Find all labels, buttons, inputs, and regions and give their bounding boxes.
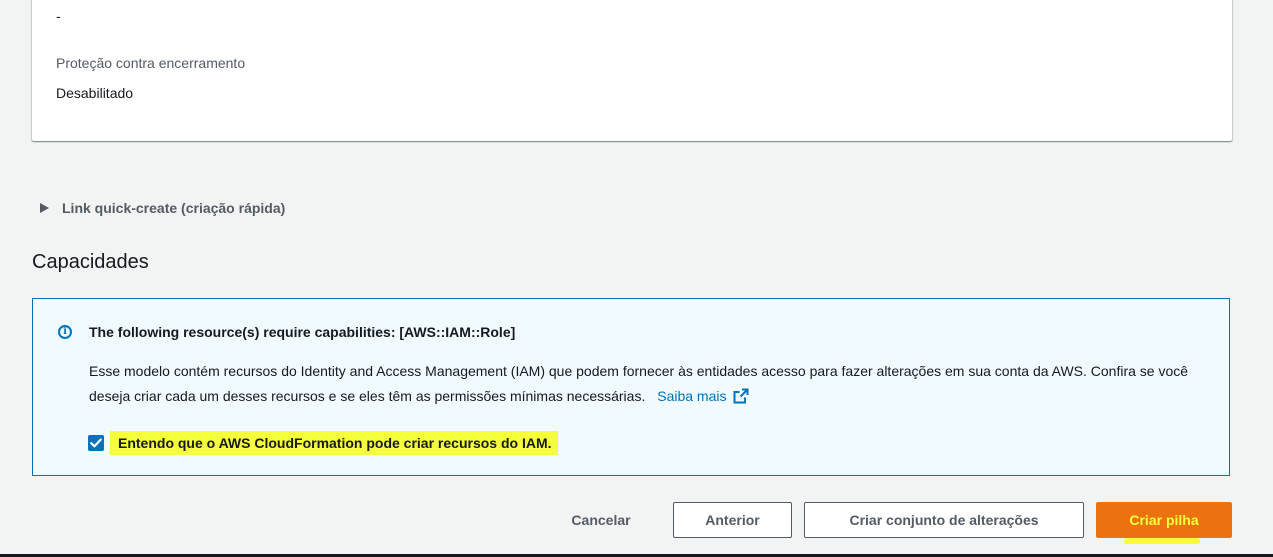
capabilities-title: Capacidades	[32, 251, 149, 273]
empty-value: -	[56, 8, 61, 24]
previous-button[interactable]: Anterior	[673, 502, 792, 538]
learn-more-link[interactable]: Saiba mais	[657, 388, 748, 404]
learn-more-label: Saiba mais	[657, 388, 727, 404]
capabilities-alert: i The following resource(s) require capa…	[32, 298, 1230, 476]
cancel-button[interactable]: Cancelar	[550, 502, 652, 538]
alert-body: Esse modelo contém recursos do Identity …	[89, 359, 1199, 409]
quick-create-label: Link quick-create (criação rápida)	[62, 200, 286, 216]
info-icon: i	[58, 325, 72, 339]
external-link-icon	[733, 388, 748, 404]
create-stack-button[interactable]: Criar pilha	[1096, 502, 1232, 538]
alert-body-text: Esse modelo contém recursos do Identity …	[89, 363, 1189, 404]
checkmark-icon	[90, 438, 102, 448]
acknowledge-checkbox[interactable]	[88, 435, 104, 451]
stack-details-card: - Proteção contra encerramento Desabilit…	[32, 0, 1232, 141]
highlight-mark	[1124, 538, 1200, 544]
termination-protection-value: Desabilitado	[56, 85, 134, 101]
acknowledge-row: Entendo que o AWS CloudFormation pode cr…	[88, 431, 558, 455]
create-changeset-button[interactable]: Criar conjunto de alterações	[804, 502, 1084, 538]
quick-create-expander[interactable]: Link quick-create (criação rápida)	[40, 198, 285, 218]
termination-protection-label: Proteção contra encerramento	[56, 55, 246, 71]
caret-right-icon	[40, 203, 49, 213]
alert-title: The following resource(s) require capabi…	[89, 324, 516, 340]
acknowledge-label[interactable]: Entendo que o AWS CloudFormation pode cr…	[118, 431, 558, 455]
